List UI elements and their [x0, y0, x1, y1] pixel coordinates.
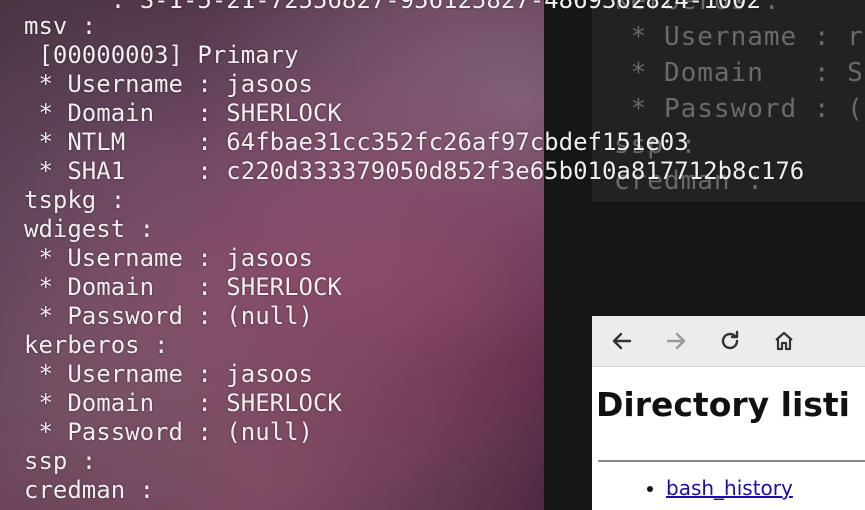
terminal-line: * Domain : SHERLOCK [24, 389, 342, 417]
terminal-line: * Username : jasoos [24, 70, 313, 98]
terminal-line: msv : [24, 12, 97, 40]
terminal-line: * NTLM : 64fbae31cc352fc26af97cbdef151e0… [24, 128, 689, 156]
terminal-line: * Username : jasoos [24, 360, 313, 388]
terminal-line: credman : [24, 476, 155, 504]
terminal-line: * Password : (null) [24, 418, 313, 446]
terminal-line: wdigest : [24, 215, 155, 243]
terminal-line: [00000003] Primary [24, 41, 299, 69]
terminal-line: ssp : [24, 447, 97, 475]
terminal-line: * Domain : SHERLOCK [24, 99, 342, 127]
terminal-line: * Username : jasoos [24, 244, 313, 272]
terminal-line: * Password : (null) [24, 302, 313, 330]
terminal-line: : S-1-5-21-72556827-956125827-4869362824… [24, 0, 761, 14]
terminal-line: * Domain : SHERLOCK [24, 273, 342, 301]
terminal-line: * SHA1 : c220d333379050d852f3e65b010a817… [24, 157, 805, 185]
terminal-output[interactable]: : S-1-5-21-72556827-956125827-4869362824… [0, 0, 865, 510]
terminal-line: tspkg : [24, 186, 126, 214]
terminal-line: kerberos : [24, 331, 169, 359]
